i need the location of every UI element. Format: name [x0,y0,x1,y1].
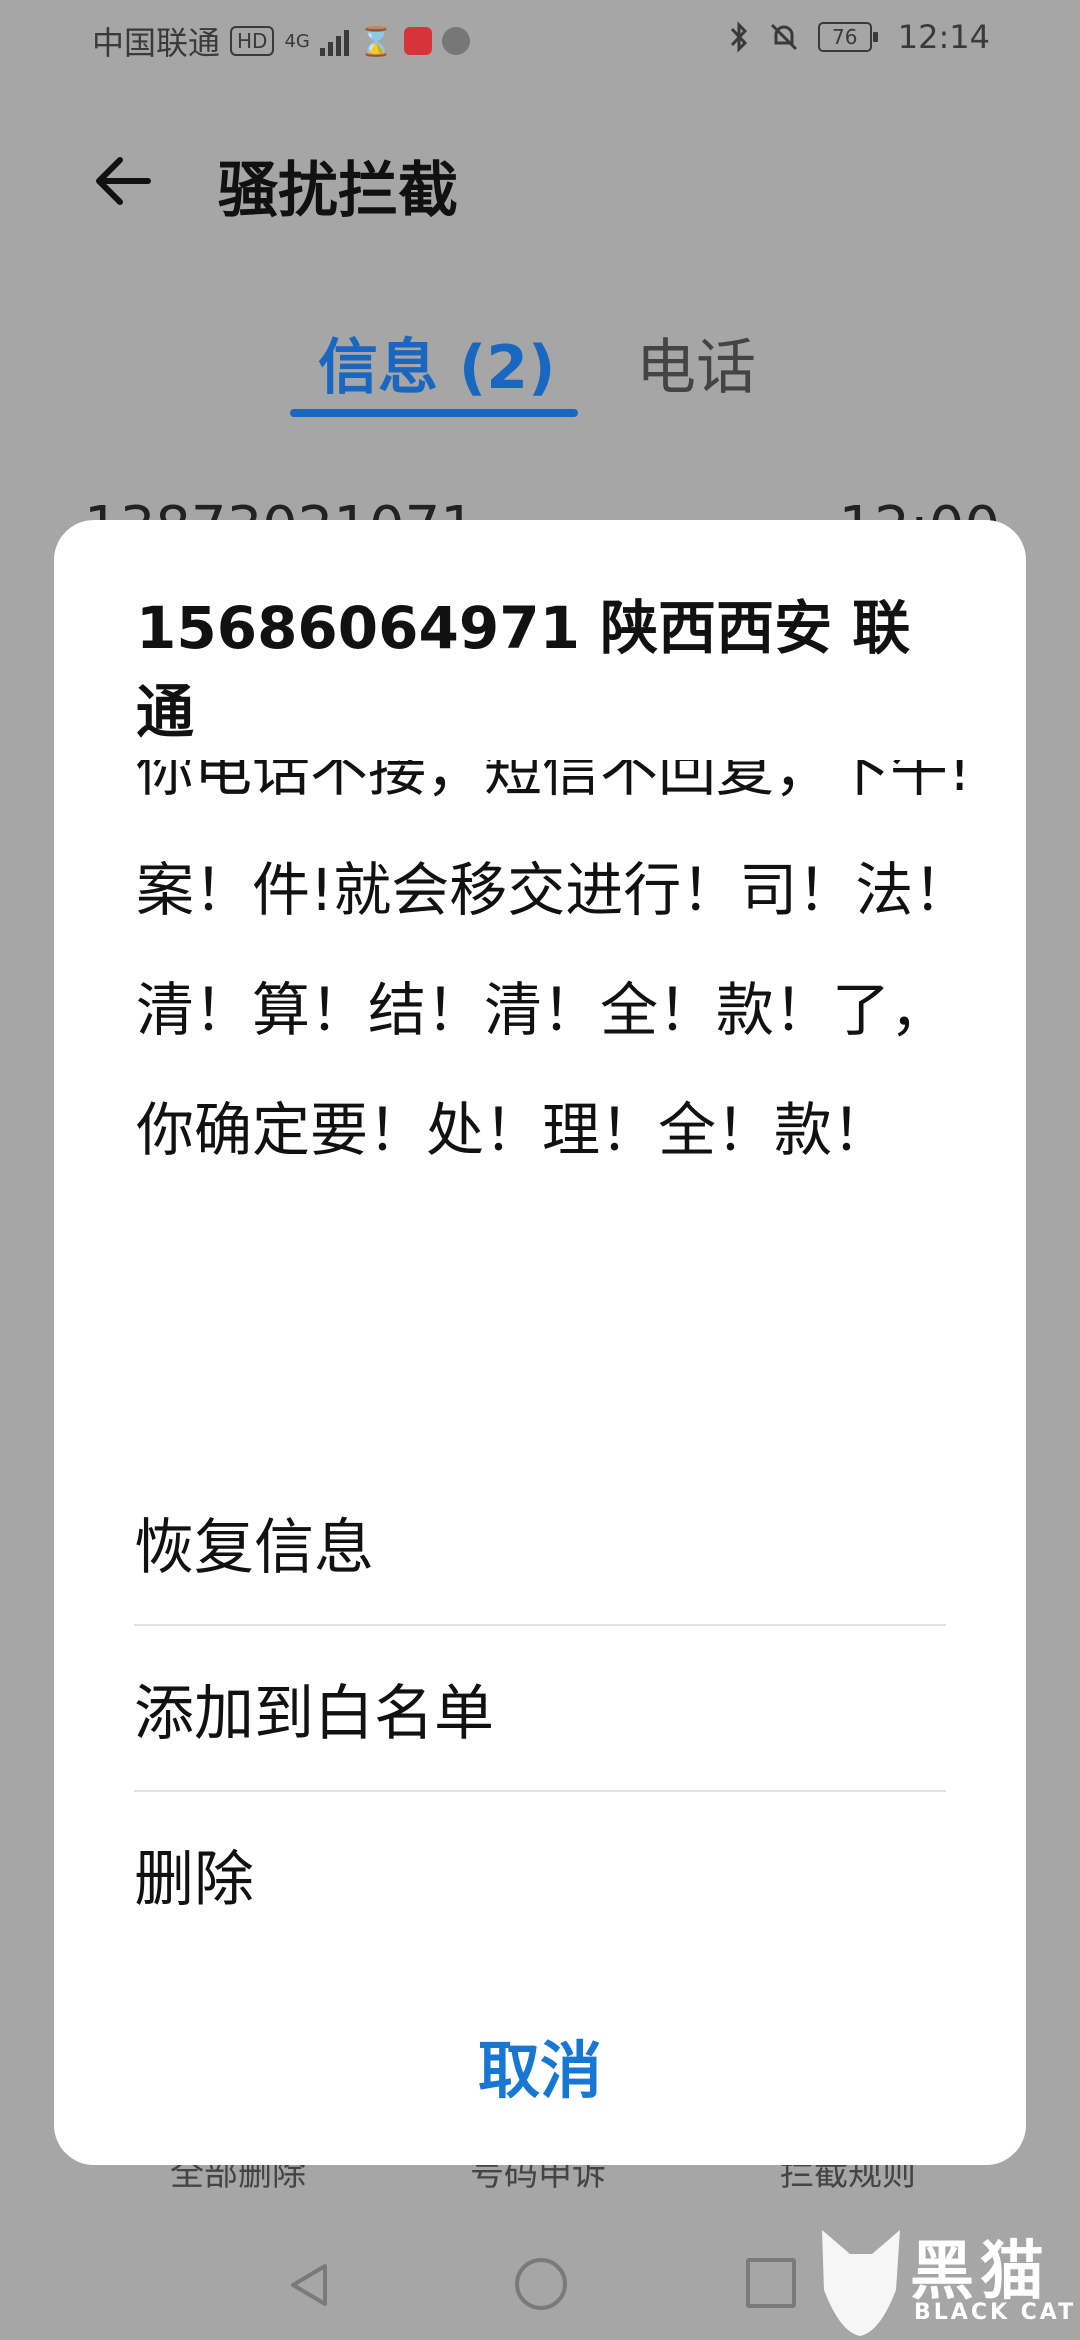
hd-badge: HD [230,26,275,56]
dialog-title: 15686064971 陕西西安 联通 [136,594,911,746]
watermark-logo: 黑猫 BLACK CAT [810,2220,1080,2340]
watermark-sub: BLACK CAT [914,2300,1077,2325]
hourglass-icon: ⌛ [358,24,394,58]
nav-home-icon[interactable] [515,2258,567,2310]
carrier-label: 中国联通 [92,24,221,62]
delete-button[interactable]: 删除 [134,1792,946,1956]
app-header: 骚扰拦截 [0,110,1080,250]
message-dialog: 15686064971 陕西西安 联通 你电话不接，短信不回复，下午!案！件!就… [54,520,1026,2165]
message-scroll-area[interactable]: 你电话不接，短信不回复，下午!案！件!就会移交进行！司！法！清！算！结！清！全！… [136,760,986,1220]
page-title: 骚扰拦截 [218,156,458,226]
tab-bar: 信息 (2) 电话 [0,305,1080,425]
status-bar: 中国联通 HD 4G ⌛ 76 12:14 [0,0,1080,80]
restore-message-button[interactable]: 恢复信息 [134,1460,946,1626]
status-right: 76 12:14 [728,18,990,56]
nav-back-icon[interactable] [285,2260,333,2310]
battery-icon: 76 [817,22,878,52]
tab-messages[interactable]: 信息 (2) [318,319,555,406]
clock: 12:14 [897,18,990,56]
bluetooth-icon [730,21,747,53]
back-arrow-icon[interactable] [88,146,158,216]
audio-icon [441,27,470,55]
add-to-whitelist-button[interactable]: 添加到白名单 [134,1626,946,1792]
network-label: 4G [284,30,310,52]
message-body: 你电话不接，短信不回复，下午!案！件!就会移交进行！司！法！清！算！结！清！全！… [136,760,972,1220]
cancel-button[interactable]: 取消 [54,2020,1026,2110]
app-icon [403,27,432,55]
status-left: 中国联通 HD 4G ⌛ [92,18,470,64]
watermark-brand: 黑猫 [910,2235,1050,2309]
tab-indicator [290,409,578,417]
mute-bell-icon [770,23,797,51]
dialog-options: 恢复信息 添加到白名单 删除 [134,1460,946,1956]
tab-calls[interactable]: 电话 [636,319,756,406]
cat-logo-icon [822,2230,900,2336]
nav-recent-icon[interactable] [746,2258,796,2308]
signal-icon [319,26,349,56]
